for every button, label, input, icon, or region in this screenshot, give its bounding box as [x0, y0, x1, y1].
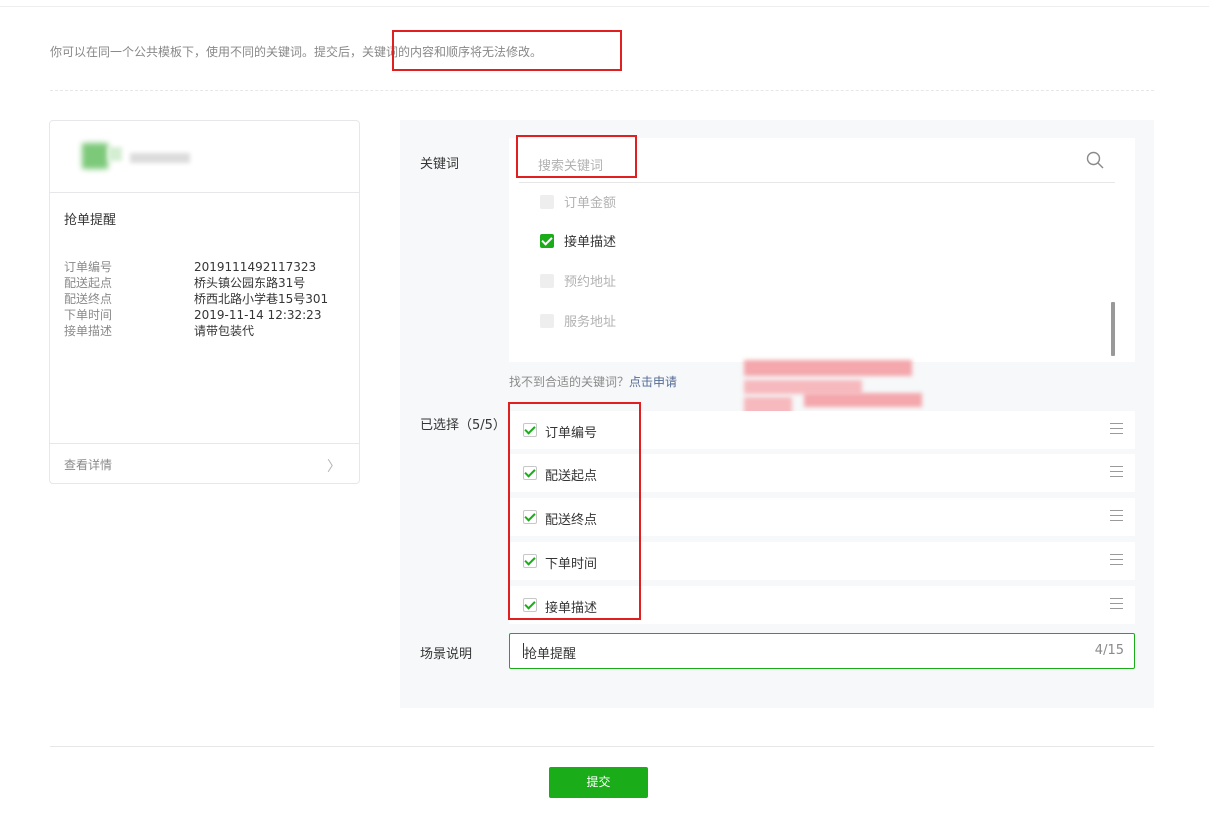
annotation-box-search — [516, 135, 637, 178]
preview-field-key: 接单描述 — [64, 324, 113, 338]
annotation-box-notice — [392, 30, 622, 71]
drag-handle-icon[interactable] — [1110, 598, 1123, 610]
checkbox-checked[interactable] — [540, 234, 554, 248]
app-name-blurred — [130, 153, 190, 163]
view-details-label: 查看详情 — [64, 458, 113, 472]
submit-button[interactable]: 提交 — [549, 767, 648, 798]
notice-prefix: 你可以在同一个公共模板下，使用不同的关键词。提交后， — [50, 45, 363, 59]
scene-description-input[interactable]: 抢单提醒 4/15 — [509, 633, 1135, 669]
checkbox-disabled — [540, 274, 554, 288]
checkbox-disabled — [540, 314, 554, 328]
selected-label: 已选择（5/5） — [420, 418, 506, 433]
preview-card-header — [50, 121, 359, 193]
drag-handle-icon[interactable] — [1110, 554, 1123, 566]
keyword-hint: 找不到合适的关键词？点击申请 — [509, 373, 677, 390]
preview-field-value: 请带包装代 — [194, 324, 255, 338]
drag-handle-icon[interactable] — [1110, 466, 1123, 478]
preview-field-key: 配送起点 — [64, 276, 113, 290]
keyword-option-label: 订单金额 — [564, 196, 617, 211]
keyword-option[interactable]: 接单描述 — [540, 231, 616, 250]
drag-handle-icon[interactable] — [1110, 510, 1123, 522]
keyword-option-label: 预约地址 — [564, 275, 617, 290]
preview-field-key: 订单编号 — [64, 260, 113, 274]
redaction-blur — [744, 380, 862, 394]
top-divider — [0, 6, 1209, 7]
annotation-box-selected — [508, 402, 641, 620]
redaction-blur — [744, 360, 912, 376]
keyword-option: 订单金额 — [540, 192, 616, 211]
dashed-divider — [50, 90, 1154, 91]
preview-field-key: 配送终点 — [64, 292, 113, 306]
preview-card: 抢单提醒 订单编号 2019111492117323 配送起点 桥头镇公园东路3… — [49, 120, 360, 484]
preview-field-value: 桥西北路小学巷15号301 — [194, 292, 329, 306]
keyword-option: 预约地址 — [540, 271, 616, 290]
preview-field-value: 桥头镇公园东路31号 — [194, 276, 306, 290]
preview-field-value: 2019111492117323 — [194, 260, 317, 274]
preview-field-key: 下单时间 — [64, 308, 113, 322]
apply-keyword-link[interactable]: 点击申请 — [629, 375, 677, 389]
drag-handle-icon[interactable] — [1110, 423, 1123, 435]
checkbox-disabled — [540, 195, 554, 209]
keyword-option-label: 接单描述 — [564, 235, 617, 250]
footer-divider — [50, 746, 1154, 747]
app-logo-accent — [108, 147, 122, 161]
search-underline — [519, 182, 1115, 183]
scene-char-count: 4/15 — [1094, 643, 1124, 658]
view-details-link[interactable]: 查看详情 〉 — [50, 443, 359, 483]
keyword-label: 关键词 — [420, 157, 460, 172]
app-logo — [82, 143, 108, 169]
preview-field-value: 2019-11-14 12:32:23 — [194, 308, 322, 322]
preview-title: 抢单提醒 — [64, 213, 117, 228]
scene-description-value: 抢单提醒 — [524, 647, 577, 662]
hint-text: 找不到合适的关键词？ — [509, 375, 630, 389]
redaction-blur — [804, 393, 922, 407]
search-icon[interactable] — [1086, 151, 1104, 169]
keyword-option-label: 服务地址 — [564, 315, 617, 330]
scene-label: 场景说明 — [420, 647, 473, 662]
keyword-list-scrollbar[interactable] — [1111, 302, 1115, 356]
keyword-option: 服务地址 — [540, 311, 616, 330]
chevron-right-icon: 〉 — [327, 459, 341, 475]
